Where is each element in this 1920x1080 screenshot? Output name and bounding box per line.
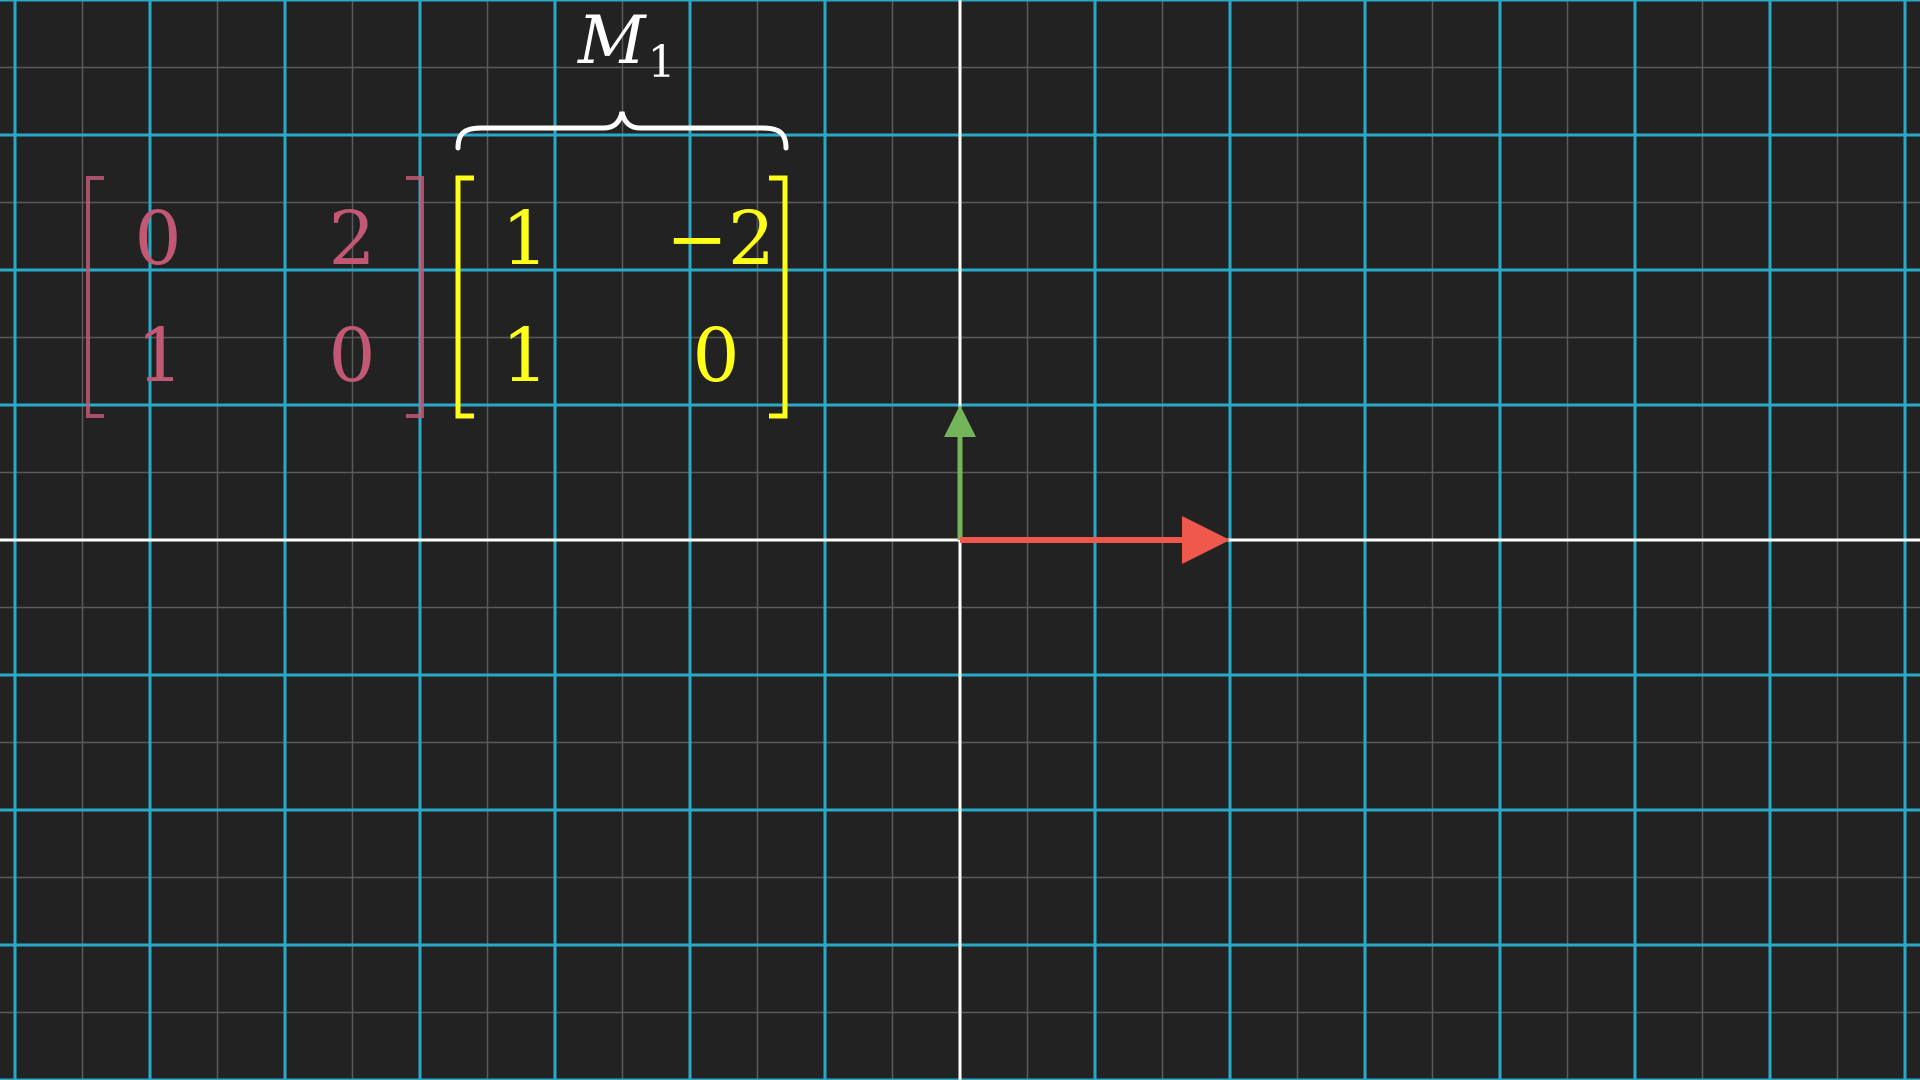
right-matrix-entry-r2c1: 1 <box>501 313 549 399</box>
left-matrix-entry-r2c2: 0 <box>328 313 376 399</box>
coordinate-plane: M1 0 2 1 0 1 −2 1 0 <box>0 0 1920 1080</box>
left-matrix-entry-r1c1: 0 <box>134 196 182 282</box>
right-matrix-entry-r2c2: 0 <box>692 313 740 399</box>
right-matrix-entry-r1c1: 1 <box>501 196 549 282</box>
basis-vectors <box>944 405 1230 564</box>
matrix-label-letter: M <box>578 2 646 79</box>
matrix-label: M1 <box>578 8 676 85</box>
left-matrix-entry-r1c2: 2 <box>328 196 376 282</box>
left-matrix-entry-r2c1: 1 <box>136 313 184 399</box>
j-hat-vector-arrowhead <box>944 405 976 437</box>
right-matrix-entry-r1c2: −2 <box>665 196 775 282</box>
matrix-label-subscript: 1 <box>647 37 676 88</box>
grid-canvas <box>0 0 1920 1080</box>
i-hat-vector-arrowhead <box>1182 516 1230 564</box>
